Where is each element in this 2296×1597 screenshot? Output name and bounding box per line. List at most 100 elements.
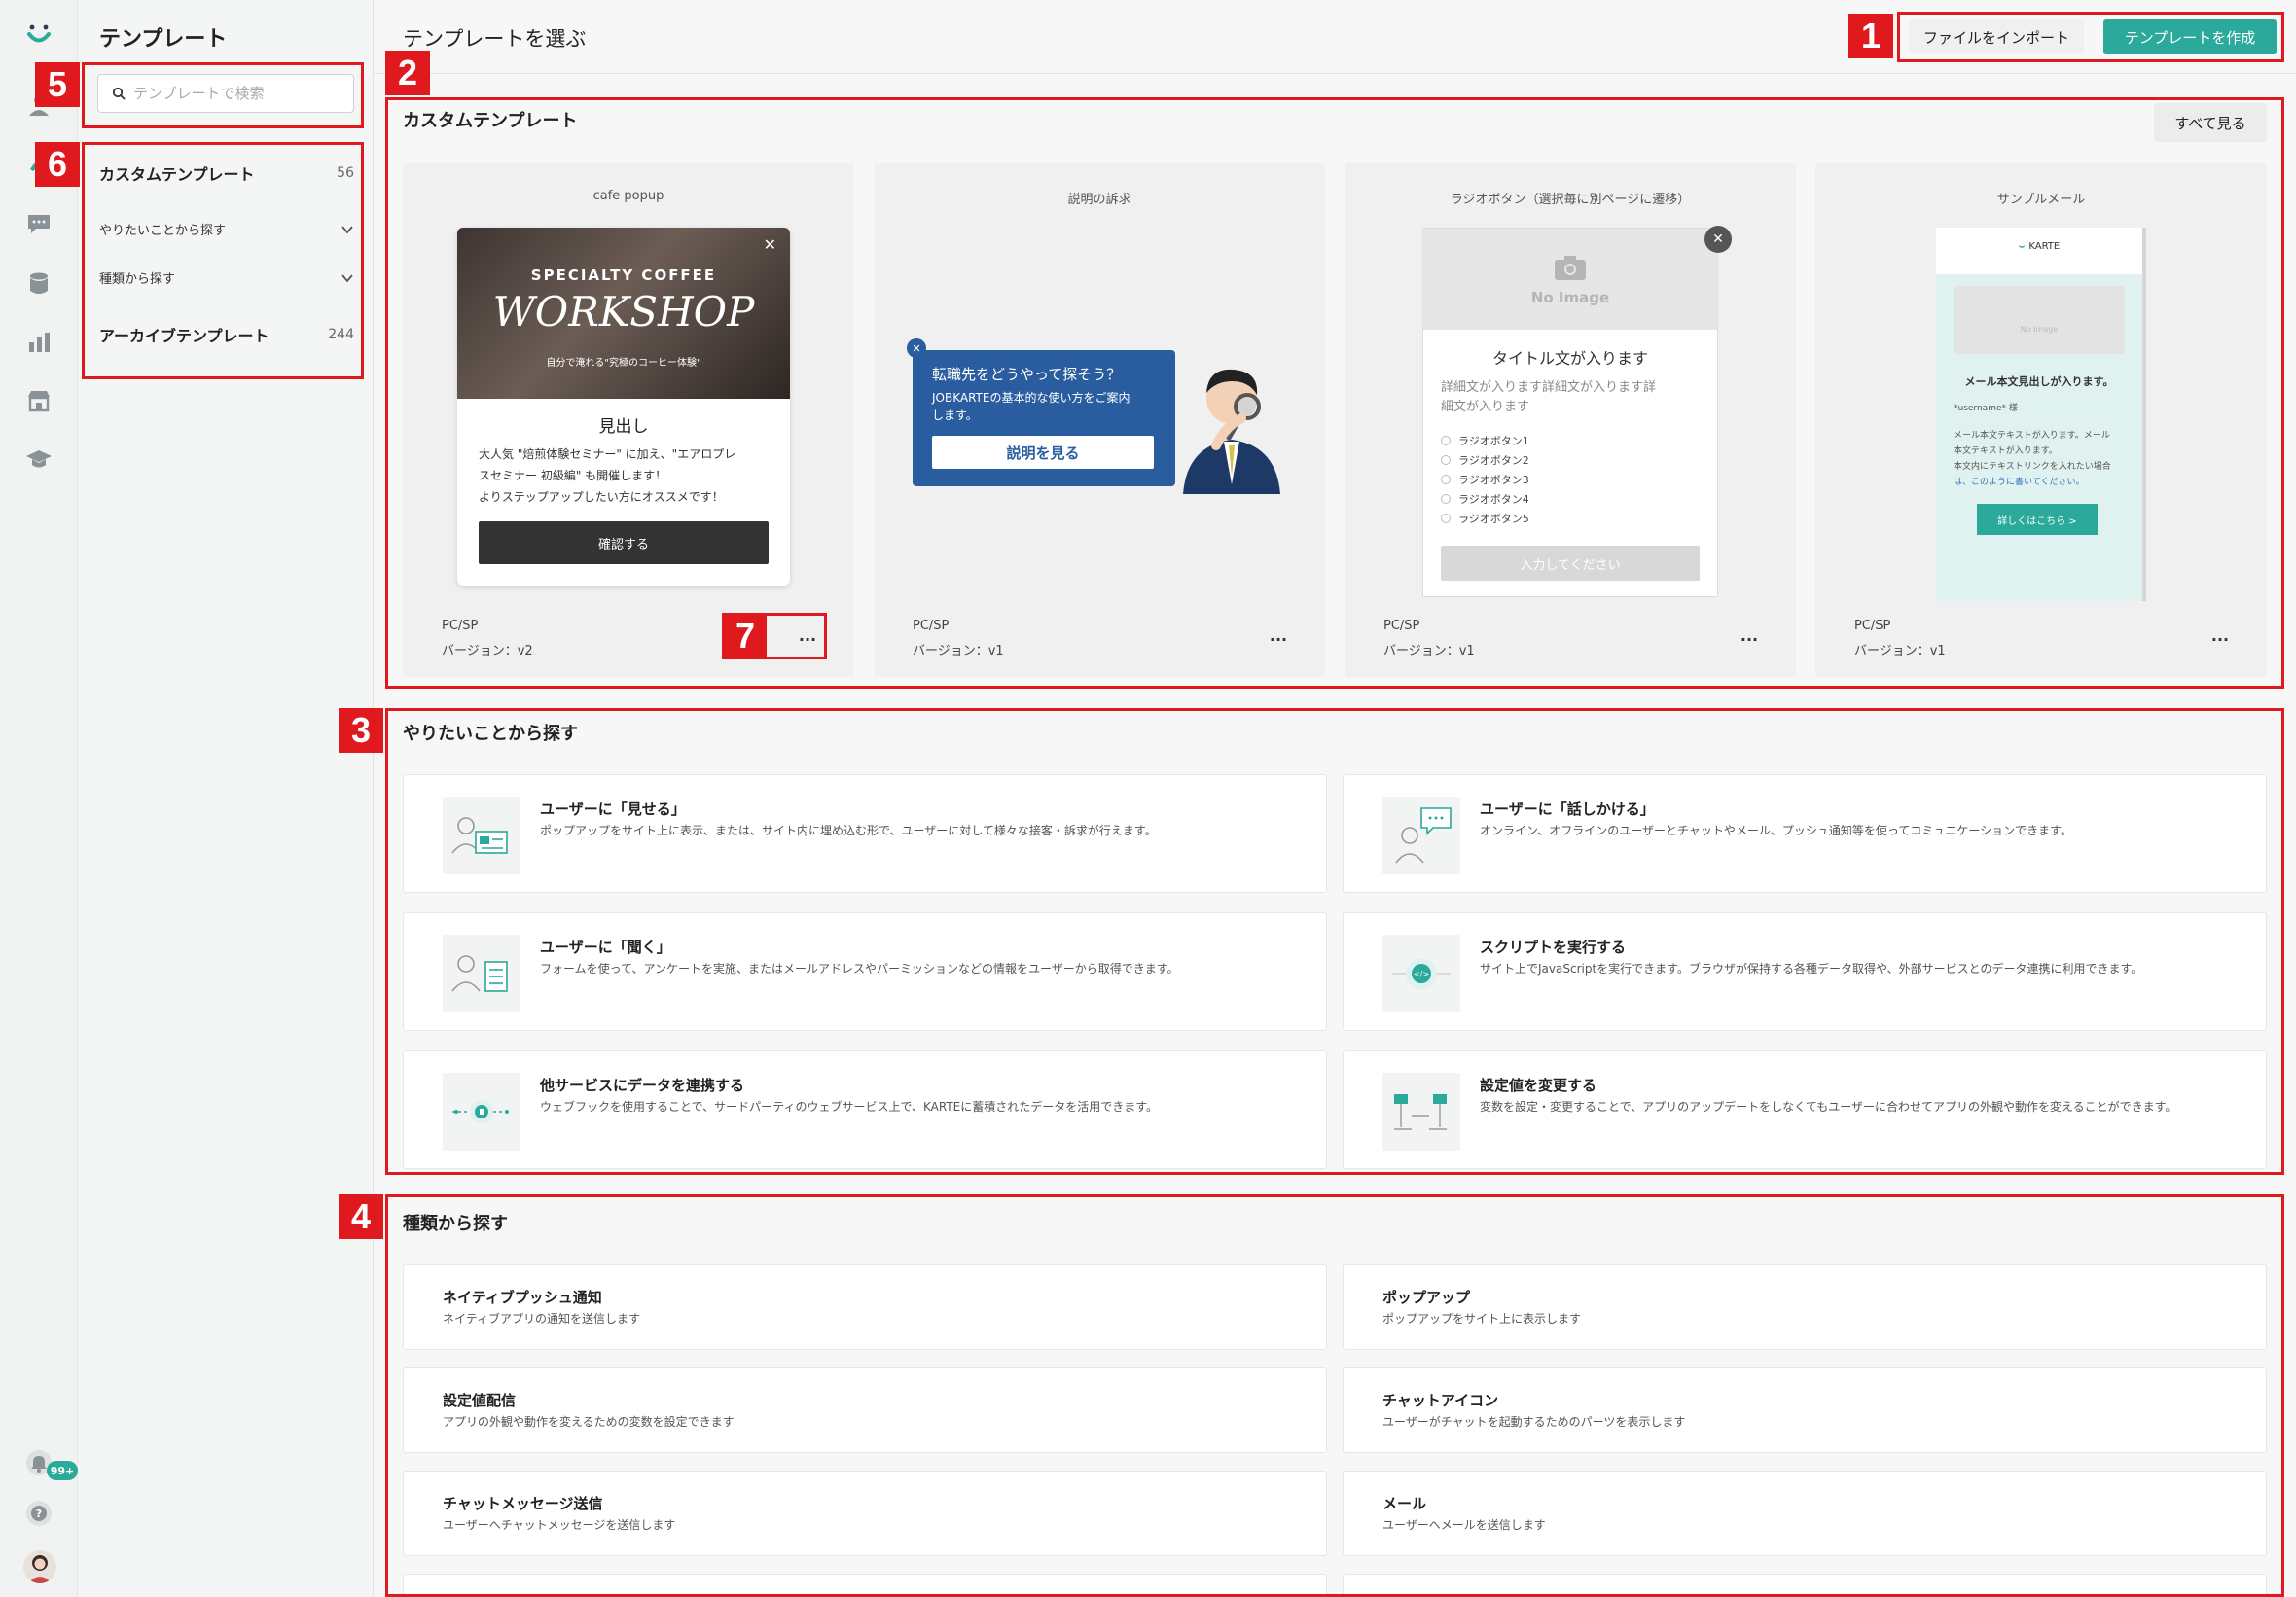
preview-cta: 入力してください (1441, 546, 1700, 581)
preview-question: 転職先をどうやって探そう？ (932, 366, 1122, 383)
preview-body-2: スセミナー 初級編" も開催します！ (479, 469, 667, 482)
type-description: ネイティブアプリの通知を送信します (443, 1312, 641, 1326)
type-card-config-delivery[interactable]: 設定値配信 アプリの外観や動作を変えるための変数を設定できます (403, 1367, 1327, 1453)
type-card-native-push[interactable]: ネイティブプッシュ通知 ネイティブアプリの通知を送信します (403, 1264, 1327, 1350)
type-card-mail[interactable]: メール ユーザーへメールを送信します (1343, 1471, 2267, 1556)
preview-heading: メール本文見出しが入ります。 (1964, 375, 2114, 388)
template-version: バージョン：v2 (442, 644, 533, 658)
type-card-chat-icon[interactable]: チャットアイコン ユーザーがチャットを起動するためのパーツを表示します (1343, 1367, 2267, 1453)
chart-icon[interactable] (25, 329, 53, 356)
page-title: テンプレートを選ぶ (403, 27, 587, 51)
radio-circle-icon (1441, 494, 1451, 504)
karte-logo-icon[interactable] (25, 21, 53, 49)
ask-illustration-icon (443, 935, 520, 1012)
main-content: テンプレートを選ぶ ファイルをインポート テンプレートを作成 カスタムテンプレー… (374, 0, 2296, 1597)
see-all-button[interactable]: すべて見る (2154, 103, 2267, 142)
purpose-card-ask[interactable]: ユーザーに「聞く」 フォームを使って、アンケートを実施、またはメールアドレスやパ… (403, 912, 1327, 1031)
chevron-down-icon (341, 273, 353, 282)
purpose-description: 変数を設定・変更することで、アプリのアップデートをしなくてもユーザーに合わせてア… (1480, 1100, 2177, 1114)
radio-label: ラジオボタン5 (1458, 513, 1529, 525)
type-card-partial[interactable] (1343, 1574, 2267, 1597)
radio-label: ラジオボタン4 (1458, 493, 1529, 506)
purpose-card-config[interactable]: 設定値を変更する 変数を設定・変更することで、アプリのアップデートをしなくてもユ… (1343, 1050, 2267, 1169)
preview-title: タイトル文が入ります (1491, 349, 1648, 368)
preview-body-1: 大人気 "焙煎体験セミナー" に加え、"エアロプレ (479, 447, 736, 461)
database-icon[interactable] (25, 270, 53, 298)
nav-custom-templates[interactable]: カスタムテンプレート 56 (99, 161, 354, 185)
purpose-card-show[interactable]: ユーザーに「見せる」 ポップアップをサイト上に表示、または、サイト内に埋め込む形… (403, 774, 1327, 893)
template-search-box[interactable] (97, 74, 354, 113)
notification-badge: 99+ (47, 1461, 78, 1480)
preview-headline: WORKSHOP (492, 288, 755, 336)
template-card-sample-mail[interactable]: サンプルメール ⌣ KARTE No Image メール本文見出しが入ります。 *… (1815, 163, 2267, 677)
preview-cta: 説明を見る (932, 436, 1154, 469)
preview-close-icon: ✕ (763, 235, 776, 254)
preview-bubble: 転職先をどうやって探そう？ JOBKARTEの基本的な使い方をご案内 します。 … (913, 350, 1175, 486)
purpose-card-talk[interactable]: ユーザーに「話しかける」 オンライン、オフラインのユーザーとチャットやメール、プ… (1343, 774, 2267, 893)
preview-noimage: No Image (1954, 286, 2125, 354)
nav-by-type[interactable]: 種類から探す (99, 268, 354, 287)
create-template-button[interactable]: テンプレートを作成 (2103, 19, 2277, 54)
preview-cta: 詳しくはこちら > (1977, 504, 2098, 535)
preview-cta: 確認する (479, 521, 769, 564)
template-name: サンプルメール (1996, 193, 2086, 207)
template-platform: PC/SP (442, 619, 479, 633)
purpose-title: 設定値を変更する (1480, 1077, 1597, 1094)
nav-label: 種類から探す (99, 272, 176, 287)
template-more-button[interactable]: ... (1732, 621, 1767, 650)
template-name: cafe popup (592, 189, 664, 203)
preview-text-3: 本文内にテキストリンクを入れたい場合 (1954, 462, 2111, 472)
preview-radio-5: ラジオボタン5 (1441, 511, 1529, 526)
preview-text-1: メール本文テキストが入ります。メール (1954, 431, 2110, 441)
type-card-partial[interactable] (403, 1574, 1327, 1597)
nav-label: やりたいことから探す (99, 224, 227, 238)
purpose-description: フォームを使って、アンケートを実施、またはメールアドレスやパーミッションなどの情… (540, 962, 1179, 976)
preview-detail-2: 細文が入ります (1441, 400, 1530, 414)
purpose-description: ウェブフックを使用することで、サードパーティのウェブサービス上で、KARTEに蓄… (540, 1100, 1159, 1114)
nav-label: アーカイブテンプレート (99, 327, 269, 345)
annotation-number-6: 6 (35, 142, 80, 187)
purpose-card-script[interactable]: </> スクリプトを実行する サイト上でJavaScriptを実行できます。ブラ… (1343, 912, 2267, 1031)
template-more-button[interactable]: ... (2203, 621, 2238, 650)
template-search-input[interactable] (133, 85, 347, 102)
user-avatar[interactable] (23, 1550, 56, 1583)
template-platform: PC/SP (1854, 619, 1891, 633)
annotation-number-2: 2 (385, 51, 430, 95)
show-illustration-icon (443, 797, 520, 874)
custom-templates-heading: カスタムテンプレート (403, 111, 578, 131)
store-icon[interactable] (25, 387, 53, 414)
template-more-button[interactable]: ... (1261, 621, 1296, 650)
annotation-number-7: 7 (724, 615, 767, 657)
config-illustration-icon (1382, 1073, 1460, 1151)
template-preview: No Image タイトル文が入ります 詳細文が入ります詳細文が入ります詳 細文… (1422, 228, 1718, 597)
type-title: 設定値配信 (443, 1392, 517, 1409)
help-icon[interactable]: ? (25, 1500, 53, 1527)
radio-label: ラジオボタン3 (1458, 474, 1529, 486)
purpose-card-webhook[interactable]: 他サービスにデータを連携する ウェブフックを使用することで、サードパーティのウェ… (403, 1050, 1327, 1169)
template-card-cafe-popup[interactable]: cafe popup ✕ SPECIALTY COFFEE WORKSHOP 自… (403, 163, 854, 677)
purpose-description: サイト上でJavaScriptを実行できます。ブラウザが保持する各種データ取得や… (1480, 962, 2143, 976)
nav-by-purpose[interactable]: やりたいことから探す (99, 220, 354, 238)
side-panel-title: テンプレート (99, 27, 228, 52)
template-more-button[interactable]: ... (790, 621, 825, 650)
template-card-radio[interactable]: ラジオボタン（選択毎に別ページに遷移） No Image タイトル文が入ります … (1345, 163, 1796, 677)
academy-icon[interactable] (25, 445, 53, 473)
purpose-heading: やりたいことから探す (403, 724, 578, 744)
purpose-description: オンライン、オフラインのユーザーとチャットやメール、プッシュ通知等を使ってコミュ… (1480, 824, 2072, 837)
script-illustration-icon: </> (1382, 935, 1460, 1012)
template-card-explanation[interactable]: 説明の訴求 転職先をどうやって探そう？ JOBKARTEの基本的な使い方をご案内… (874, 163, 1325, 677)
svg-text:</>: </> (1414, 970, 1429, 978)
karte-mini-logo-icon: ⌣ (2018, 241, 2026, 252)
preview-radio-1: ラジオボタン1 (1441, 433, 1529, 448)
preview-mail-body: No Image メール本文見出しが入ります。 *username* 様 メール… (1936, 274, 2142, 601)
type-card-chat-message[interactable]: チャットメッセージ送信 ユーザーへチャットメッセージを送信します (403, 1471, 1327, 1556)
purpose-title: ユーザーに「聞く」 (540, 939, 671, 956)
nav-archive-templates[interactable]: アーカイブテンプレート 244 (99, 323, 354, 346)
type-card-popup[interactable]: ポップアップ ポップアップをサイト上に表示します (1343, 1264, 2267, 1350)
template-platform: PC/SP (913, 619, 950, 633)
purpose-description: ポップアップをサイト上に表示、または、サイト内に埋め込む形で、ユーザーに対して様… (540, 824, 1157, 837)
import-file-button[interactable]: ファイルをインポート (1909, 19, 2084, 54)
talk-illustration-icon (1382, 797, 1460, 874)
chat-icon[interactable] (25, 210, 53, 237)
radio-circle-icon (1441, 475, 1451, 484)
